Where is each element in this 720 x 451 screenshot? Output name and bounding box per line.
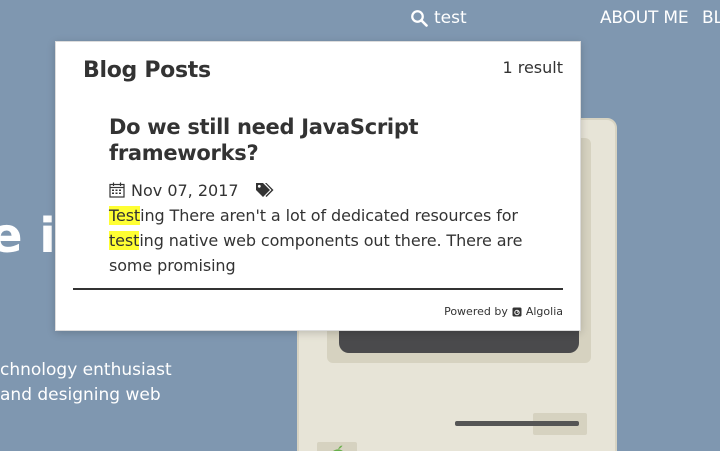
search-result-item[interactable]: Do we still need JavaScript frameworks? … — [109, 114, 539, 278]
result-excerpt: Testing There aren't a lot of dedicated … — [109, 206, 523, 275]
powered-by-label: Powered by — [444, 305, 508, 318]
result-date: Nov 07, 2017 — [131, 180, 239, 200]
apple-icon — [333, 445, 343, 451]
search-icon — [411, 10, 428, 27]
nav-blog-link[interactable]: BL — [702, 6, 720, 30]
results-divider — [73, 288, 563, 290]
search-results-dropdown: Blog Posts 1 result Do we still need Jav… — [55, 41, 581, 331]
nav-about-link[interactable]: ABOUT ME — [600, 6, 689, 30]
algolia-icon — [512, 307, 522, 316]
tag-icon[interactable] — [255, 182, 274, 198]
result-title[interactable]: Do we still need JavaScript frameworks? — [109, 114, 539, 166]
powered-by-algolia[interactable]: Powered by Algolia — [444, 305, 563, 318]
search-query[interactable]: test — [434, 8, 467, 28]
results-count: 1 result — [502, 58, 563, 77]
floppy-slot — [449, 413, 587, 435]
calendar-icon — [109, 182, 125, 198]
result-meta: Nov 07, 2017 — [109, 179, 539, 201]
provider-name: Algolia — [525, 305, 563, 318]
computer-badge — [317, 442, 357, 451]
nav-search[interactable]: test — [410, 6, 467, 30]
match-highlight: test — [109, 231, 140, 250]
hero-tagline: chnology enthusiast and designing web — [0, 358, 172, 408]
results-section-title: Blog Posts — [83, 58, 211, 83]
match-highlight: Test — [109, 206, 141, 225]
hero-tagline-line: and designing web — [0, 385, 161, 405]
hero-tagline-line: chnology enthusiast — [0, 360, 172, 380]
